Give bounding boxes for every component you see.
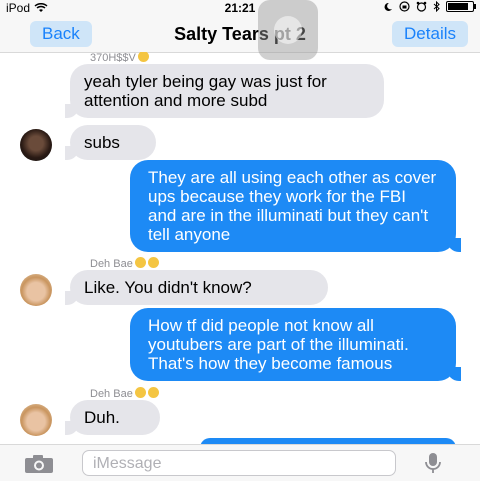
sender-name: Deh Bae xyxy=(90,257,159,270)
message-text: subs xyxy=(84,133,120,152)
sender-name-text: Deh Bae xyxy=(90,388,133,400)
message-bubble-incoming[interactable]: yeah tyler being gay was just for attent… xyxy=(65,64,384,118)
message-input[interactable]: iMessage xyxy=(82,450,396,476)
battery-icon xyxy=(446,1,476,12)
emoji-icon xyxy=(137,52,149,62)
message-text: How tf did people not know all youtubers… xyxy=(148,316,409,373)
composer-bar: iMessage xyxy=(0,444,480,481)
message-bubble-outgoing[interactable]: They are all using each other as cover u… xyxy=(130,160,461,252)
message-thread[interactable]: 370H$$V yeah tyler being gay was just fo… xyxy=(0,52,480,444)
status-right xyxy=(383,1,476,12)
message-text: yeah tyler being gay was just for attent… xyxy=(84,72,327,110)
avatar[interactable] xyxy=(20,274,52,306)
status-bar: iPod 21:21 xyxy=(0,0,480,16)
message-text: Duh. xyxy=(84,408,120,427)
emoji-icon xyxy=(147,387,159,398)
alarm-icon xyxy=(416,1,427,12)
lock-rotation-icon xyxy=(399,1,410,12)
sender-name: Deh Bae xyxy=(90,387,159,400)
message-input-placeholder: iMessage xyxy=(93,455,162,472)
avatar[interactable] xyxy=(20,404,52,436)
emoji-icon xyxy=(147,257,159,268)
navigation-bar: Back Salty Tears pt 2 Details xyxy=(0,16,480,53)
emoji-icon xyxy=(134,257,146,268)
message-text: Like. You didn't know? xyxy=(84,278,252,297)
message-bubble-incoming[interactable]: subs xyxy=(65,125,156,160)
details-button[interactable]: Details xyxy=(392,21,468,47)
microphone-icon[interactable] xyxy=(420,450,446,476)
assistive-touch-button[interactable] xyxy=(258,0,318,60)
message-text: They are all using each other as cover u… xyxy=(148,168,437,244)
message-bubble-incoming[interactable]: Like. You didn't know? xyxy=(65,270,328,305)
sender-name-text: 370H$$V xyxy=(90,52,136,64)
message-bubble-incoming[interactable]: Duh. xyxy=(65,400,160,435)
message-bubble-outgoing[interactable]: How tf did people not know all youtubers… xyxy=(130,308,461,381)
sender-name: 370H$$V xyxy=(90,52,149,64)
camera-icon[interactable] xyxy=(24,454,54,474)
sender-name-text: Deh Bae xyxy=(90,258,133,270)
battery-level-fill xyxy=(448,3,468,10)
bluetooth-icon xyxy=(433,1,440,12)
avatar[interactable] xyxy=(20,129,52,161)
emoji-icon xyxy=(134,387,146,398)
moon-icon xyxy=(384,2,392,11)
